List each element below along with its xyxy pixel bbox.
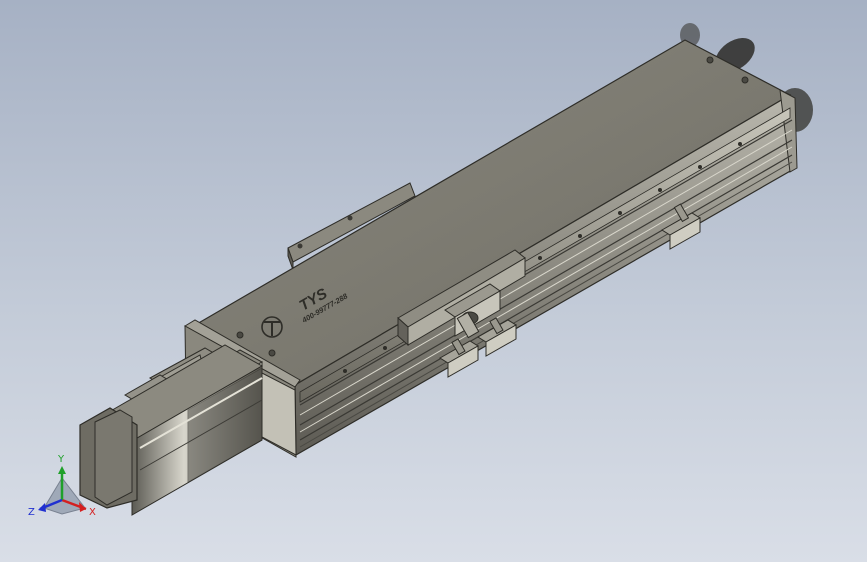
x-axis-label: X [89,507,96,518]
y-axis-label: Y [57,454,65,465]
cad-viewport[interactable]: TYS 400-99777-288 X Y Z [0,0,867,562]
z-axis-label: Z [28,507,35,518]
linear-module-model[interactable]: TYS 400-99777-288 X Y Z [0,0,867,562]
